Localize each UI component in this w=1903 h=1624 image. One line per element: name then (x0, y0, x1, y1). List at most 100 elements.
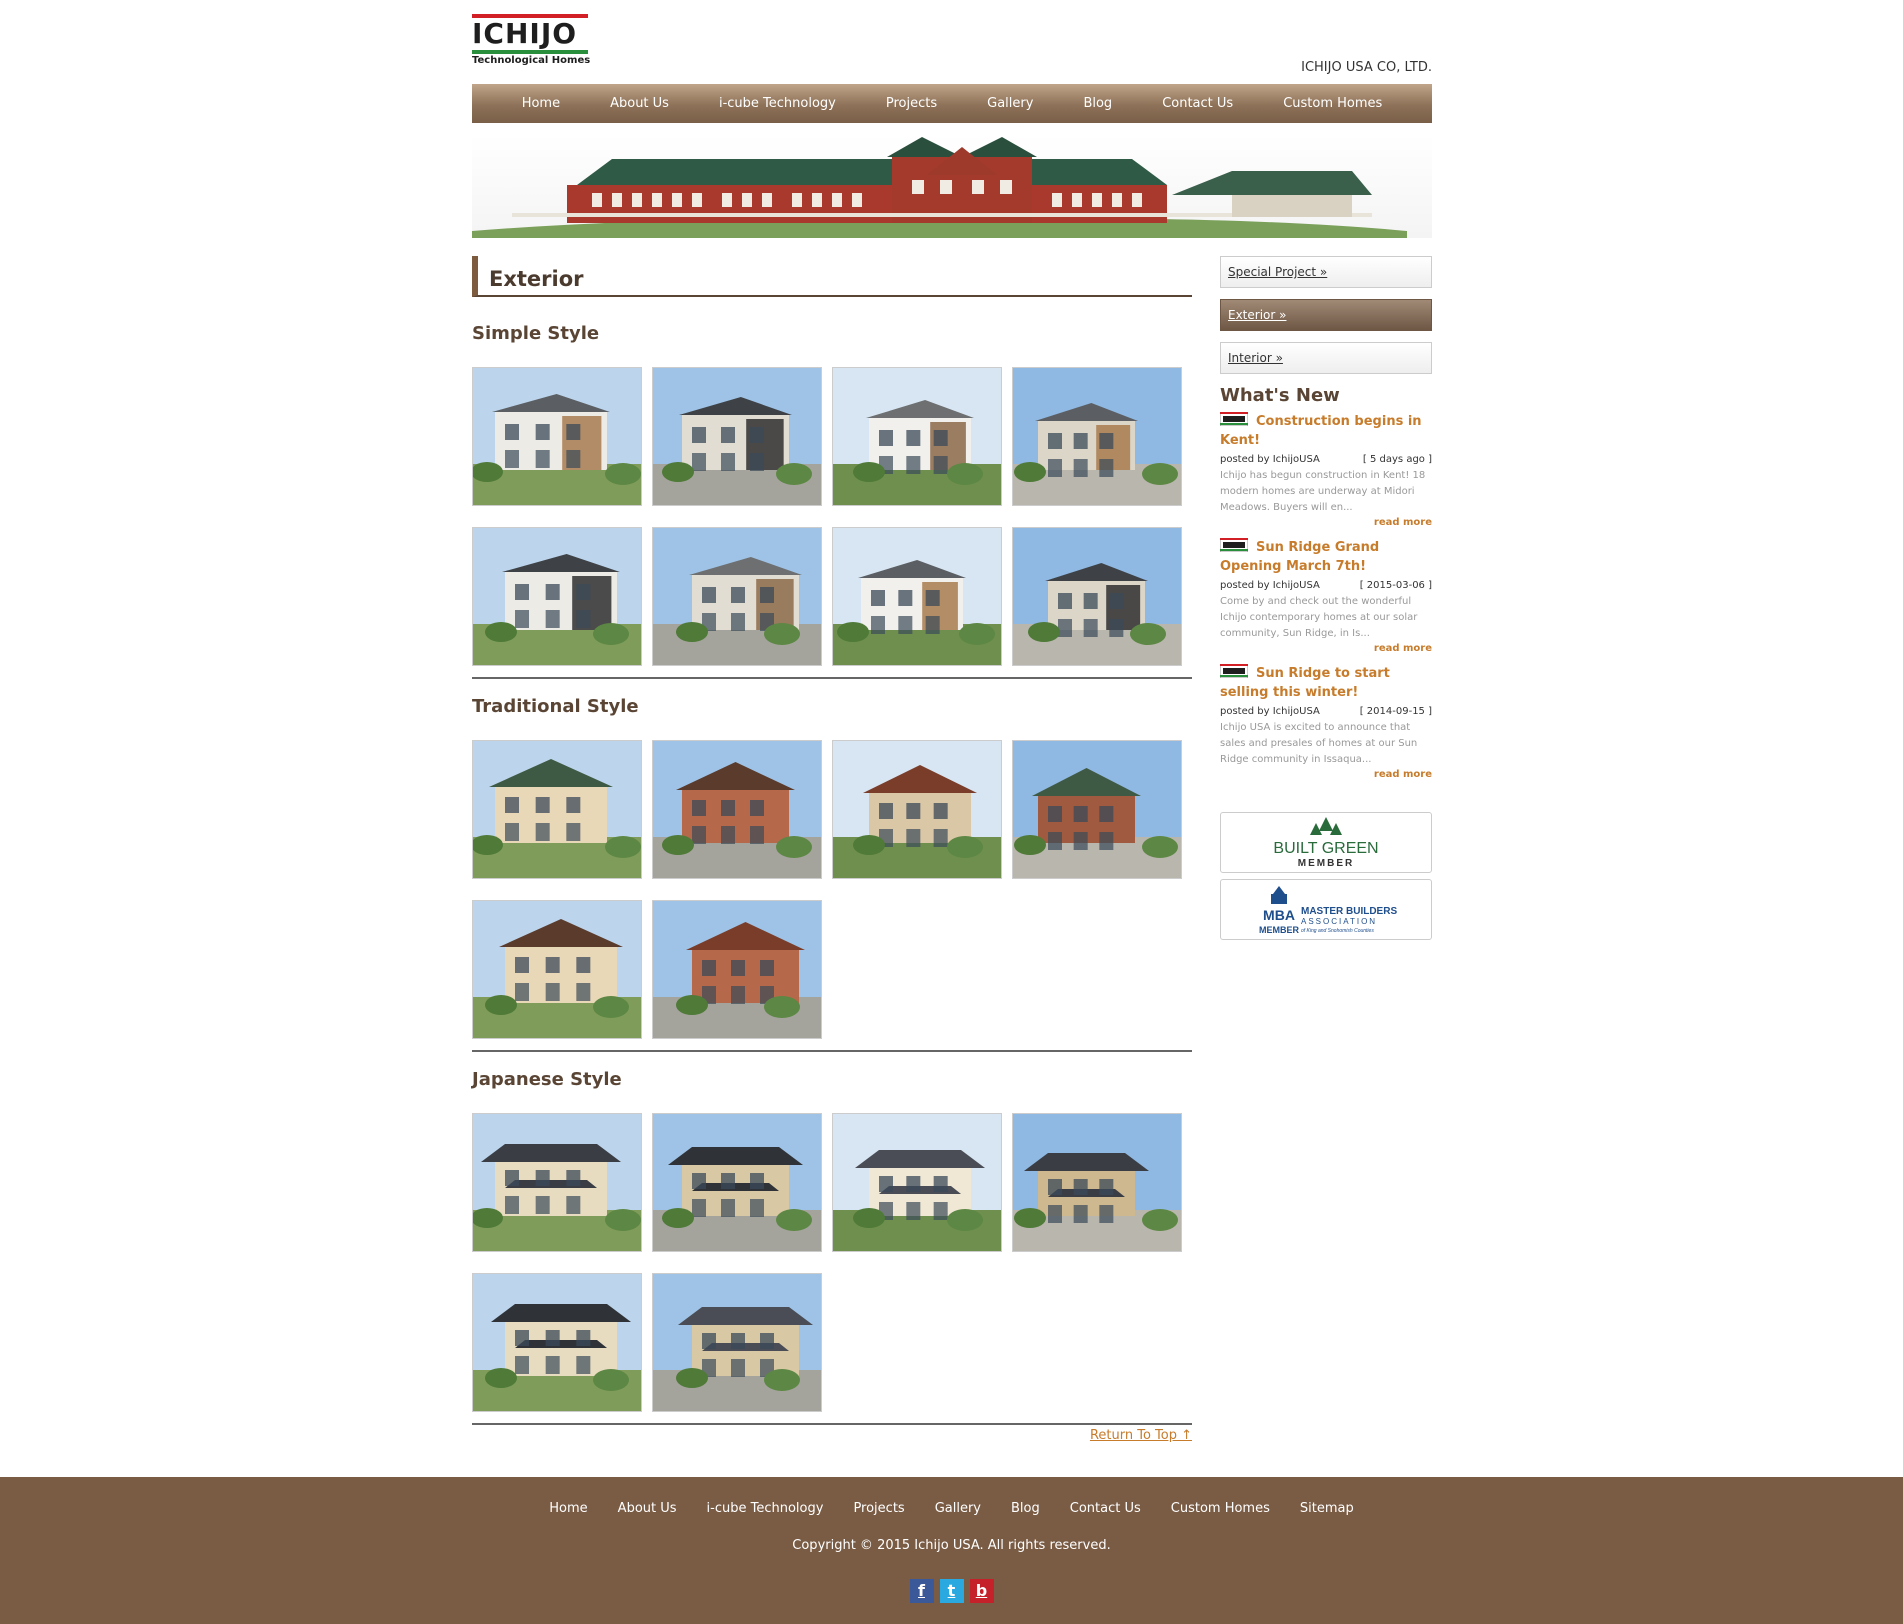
gallery-thumbnail[interactable] (832, 367, 1002, 506)
logo-green-bar (472, 50, 588, 54)
social-links: f t b (0, 1579, 1903, 1603)
gallery-thumbnail[interactable] (472, 367, 642, 506)
news-date: [ 5 days ago ] (1362, 454, 1432, 465)
nav-blog[interactable]: Blog (1058, 96, 1137, 111)
house-photo (473, 741, 641, 878)
sidebar: Special Project » Exterior » Interior » … (1220, 256, 1432, 946)
return-to-top-link[interactable]: Return To Top ↑ (1090, 1428, 1192, 1443)
gallery-thumbnail[interactable] (652, 367, 822, 506)
twitter-icon[interactable]: t (939, 1579, 964, 1603)
house-photo (833, 1114, 1001, 1251)
sidebar-link-exterior[interactable]: Exterior » (1220, 299, 1432, 331)
house-photo (473, 901, 641, 1038)
gallery-thumbnail[interactable] (652, 900, 822, 1039)
house-photo (833, 528, 1001, 665)
gallery-thumbnail[interactable] (832, 740, 1002, 879)
built-green-badge[interactable]: BUILT GREEN MEMBER (1220, 812, 1432, 873)
news-excerpt: Ichijo USA is excited to announce that s… (1220, 722, 1418, 765)
news-headline[interactable]: Sun Ridge Grand Opening March 7th! (1220, 538, 1432, 576)
ichijo-logo[interactable]: ICHIJO Technological Homes (472, 14, 591, 70)
footer-link-projects[interactable]: Projects (838, 1501, 919, 1516)
gallery-thumbnail[interactable] (472, 1273, 642, 1412)
news-excerpt: Come by and check out the wonderful Ichi… (1220, 596, 1418, 639)
house-photo (473, 1274, 641, 1411)
company-name: ICHIJO USA CO, LTD. (1301, 60, 1432, 75)
gallery-thumbnail[interactable] (472, 527, 642, 666)
footer-link-blog[interactable]: Blog (996, 1501, 1055, 1516)
master-builders-logo-icon: MBA MEMBER MASTER BUILDERS ASSOCIATION o… (1259, 886, 1397, 935)
footer-link-contact-us[interactable]: Contact Us (1055, 1501, 1156, 1516)
footer-link-custom-homes[interactable]: Custom Homes (1156, 1501, 1285, 1516)
nav-custom-homes[interactable]: Custom Homes (1258, 96, 1407, 111)
ichijo-mini-logo-icon (1220, 538, 1248, 552)
news-item: Sun Ridge to start selling this winter! … (1220, 664, 1432, 780)
house-photo (1013, 741, 1181, 878)
master-builders-badge[interactable]: MBA MEMBER MASTER BUILDERS ASSOCIATION o… (1220, 879, 1432, 940)
sidebar-link-interior[interactable]: Interior » (1220, 342, 1432, 374)
sidebar-link-special-project[interactable]: Special Project » (1220, 256, 1432, 288)
house-photo (653, 1114, 821, 1251)
read-more-link[interactable]: read more (1220, 643, 1432, 654)
house-photo (1013, 528, 1181, 665)
news-headline[interactable]: Sun Ridge to start selling this winter! (1220, 664, 1432, 702)
footer-link-about-us[interactable]: About Us (603, 1501, 692, 1516)
section-title-traditional-style: Traditional Style (472, 696, 639, 717)
footer-link-home[interactable]: Home (534, 1501, 602, 1516)
nav-gallery[interactable]: Gallery (962, 96, 1058, 111)
footer-link-gallery[interactable]: Gallery (920, 1501, 996, 1516)
nav-contact-us[interactable]: Contact Us (1137, 96, 1258, 111)
gallery-thumbnail[interactable] (652, 1273, 822, 1412)
read-more-link[interactable]: read more (1220, 769, 1432, 780)
badge-line-1: MASTER BUILDERS (1301, 906, 1397, 917)
house-photo (833, 741, 1001, 878)
whats-new-title: What's New (1220, 385, 1340, 406)
gallery-thumbnail[interactable] (652, 527, 822, 666)
nav-about-us[interactable]: About Us (585, 96, 694, 111)
gallery-thumbnail[interactable] (832, 527, 1002, 666)
blog-icon[interactable]: b (969, 1579, 994, 1603)
gallery-thumbnail[interactable] (832, 1113, 1002, 1252)
news-headline[interactable]: Construction begins in Kent! (1220, 412, 1432, 450)
gallery-thumbnail[interactable] (652, 740, 822, 879)
footer: Home About Us i-cube Technology Projects… (0, 1477, 1903, 1624)
house-photo (473, 528, 641, 665)
news-date: [ 2015-03-06 ] (1359, 580, 1432, 591)
news-meta: posted by IchijoUSA [ 2015-03-06 ] (1220, 580, 1432, 591)
house-photo (653, 528, 821, 665)
footer-link-sitemap[interactable]: Sitemap (1285, 1501, 1369, 1516)
badge-line-1: BUILT GREEN (1273, 840, 1378, 857)
news-date: [ 2014-09-15 ] (1359, 706, 1432, 717)
gallery-thumbnail[interactable] (1012, 367, 1182, 506)
gallery-thumbnail[interactable] (652, 1113, 822, 1252)
gallery-thumbnail[interactable] (1012, 527, 1182, 666)
badge-abbr: MBA (1263, 907, 1295, 923)
news-item: Sun Ridge Grand Opening March 7th! poste… (1220, 538, 1432, 654)
nav-home[interactable]: Home (497, 96, 585, 111)
gallery-thumbnail[interactable] (472, 740, 642, 879)
news-item: Construction begins in Kent! posted by I… (1220, 412, 1432, 528)
gallery-thumbnail[interactable] (472, 1113, 642, 1252)
house-photo (653, 368, 821, 505)
gallery-thumbnail[interactable] (472, 900, 642, 1039)
nav-projects[interactable]: Projects (861, 96, 962, 111)
news-author: posted by IchijoUSA (1220, 706, 1320, 717)
house-photo (653, 741, 821, 878)
ichijo-mini-logo-icon (1220, 664, 1248, 678)
house-photo (473, 1114, 641, 1251)
gallery-thumbnail[interactable] (1012, 740, 1182, 879)
logo-subtitle: Technological Homes (472, 55, 591, 66)
house-photo (473, 368, 641, 505)
main-content: Exterior Simple Style Traditional Style … (472, 256, 1192, 1449)
section-title-japanese-style: Japanese Style (472, 1069, 622, 1090)
badge-line-3: MEMBER (1259, 925, 1299, 935)
copyright-text: Copyright © 2015 Ichijo USA. All rights … (792, 1538, 1111, 1553)
news-title: Construction begins in Kent! (1220, 414, 1422, 448)
built-green-logo-icon: BUILT GREEN MEMBER (1273, 817, 1379, 869)
facebook-icon[interactable]: f (909, 1579, 934, 1603)
logo-text: ICHIJO (472, 17, 578, 50)
gallery-thumbnail[interactable] (1012, 1113, 1182, 1252)
read-more-link[interactable]: read more (1220, 517, 1432, 528)
footer-link-i-cube-technology[interactable]: i-cube Technology (692, 1501, 839, 1516)
nav-i-cube-technology[interactable]: i-cube Technology (694, 96, 861, 111)
news-author: posted by IchijoUSA (1220, 454, 1320, 465)
